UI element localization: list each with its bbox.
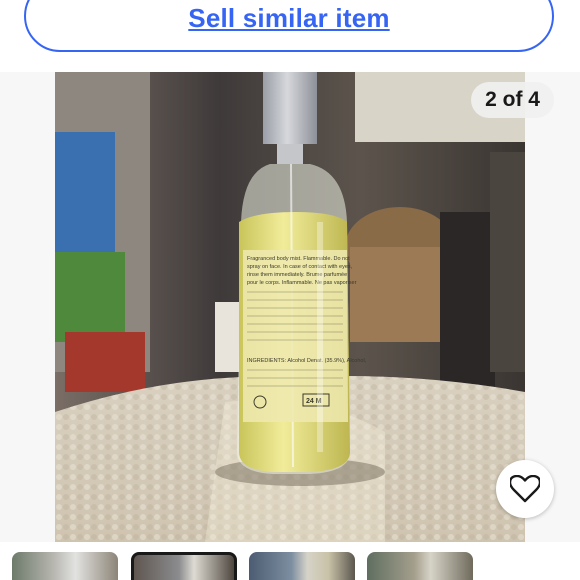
product-photo-illustration: Fragranced body mist. Flammable. Do not … xyxy=(55,72,525,542)
image-counter-badge: 2 of 4 xyxy=(471,82,554,118)
label-line-3: rinse them immediately. Brume parfumée xyxy=(247,272,347,278)
thumbnail-2-selected[interactable] xyxy=(131,552,237,580)
heart-icon xyxy=(510,475,540,503)
thumbnail-1[interactable] xyxy=(12,552,118,580)
thumbnail-4[interactable] xyxy=(367,552,473,580)
sell-similar-item-button[interactable]: Sell similar item xyxy=(24,0,554,52)
label-line-1: Fragranced body mist. Flammable. Do not xyxy=(247,256,350,262)
label-ingredients: INGREDIENTS: Alcohol Denat. (35.9%), Alc… xyxy=(247,358,367,364)
label-line-2: spray on face. In case of contact with e… xyxy=(247,264,353,270)
image-gallery[interactable]: Fragranced body mist. Flammable. Do not … xyxy=(0,72,580,542)
image-counter-text: 2 of 4 xyxy=(485,88,540,111)
product-photo[interactable]: Fragranced body mist. Flammable. Do not … xyxy=(55,72,525,542)
sell-similar-item-label: Sell similar item xyxy=(188,3,390,33)
thumbnail-strip xyxy=(0,552,580,580)
thumbnail-3[interactable] xyxy=(249,552,355,580)
listing-page: Sell similar item Fragranced body mist. … xyxy=(0,0,580,580)
watch-button[interactable] xyxy=(496,460,554,518)
label-line-4: pour le corps. Inflammable. Ne pas vapor… xyxy=(247,280,357,286)
